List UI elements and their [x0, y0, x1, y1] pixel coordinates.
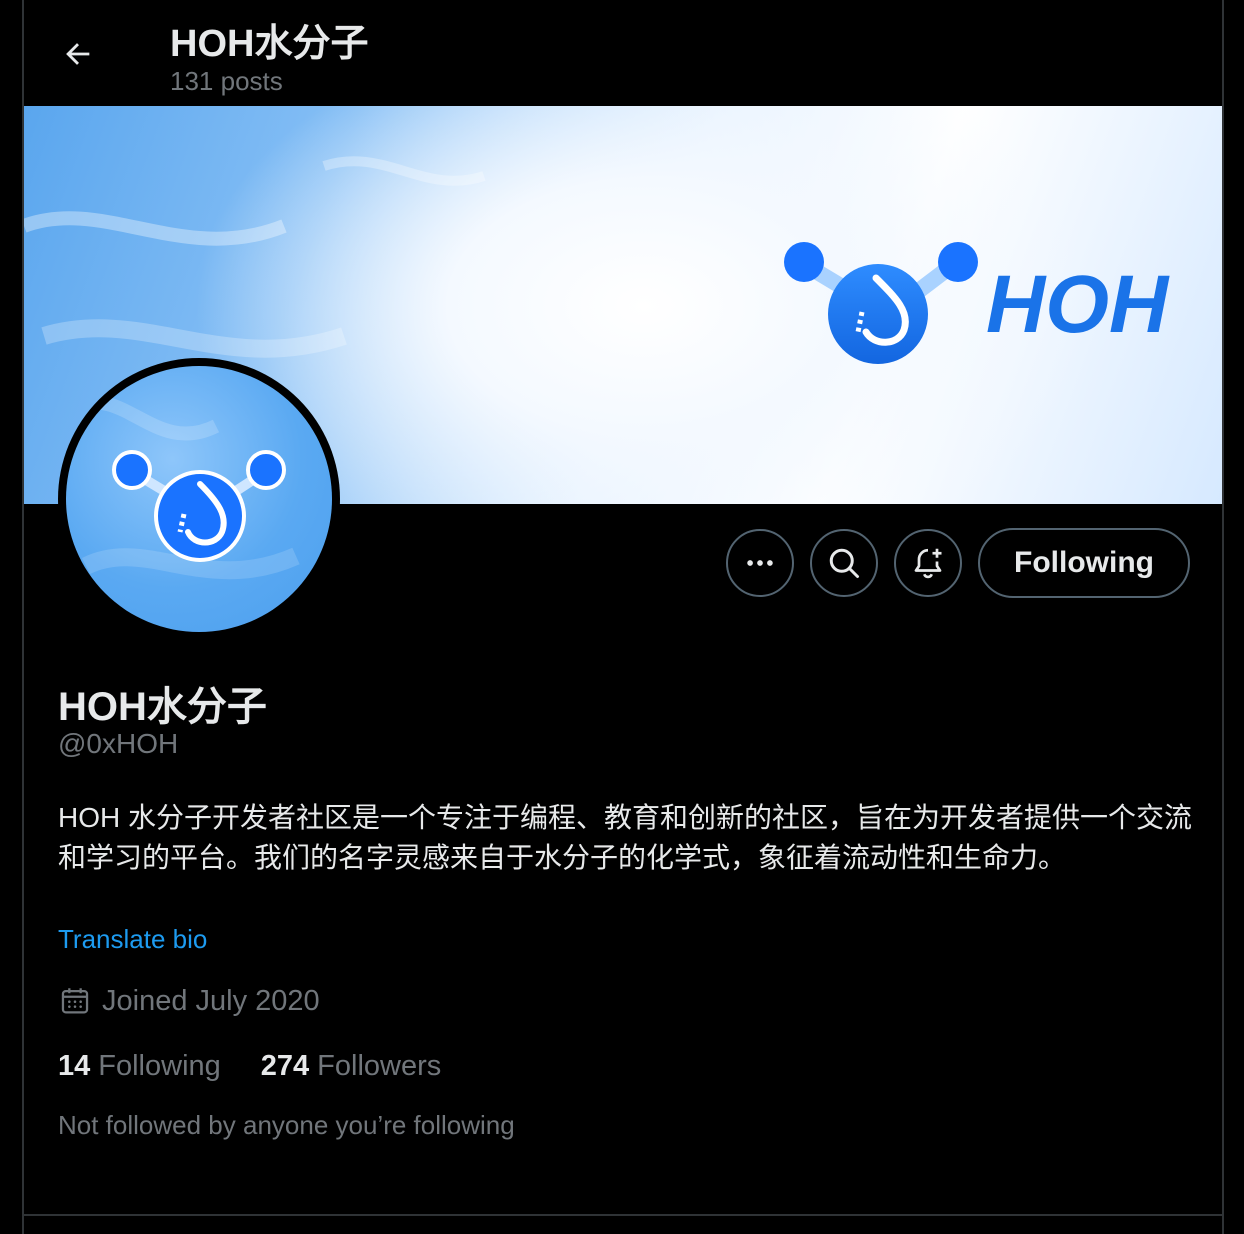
followers-count: 274: [260, 1050, 310, 1082]
followers-count-link[interactable]: 274 Followers: [261, 1050, 441, 1083]
not-followed-note: Not followed by anyone you’re following: [58, 1110, 515, 1140]
translate-bio-link[interactable]: Translate bio: [58, 924, 207, 955]
back-button[interactable]: [48, 24, 108, 84]
avatar[interactable]: [58, 358, 340, 640]
bell-plus-icon: [914, 548, 942, 579]
page-title: HOH水分子: [170, 23, 369, 65]
banner-logo-text: HOH: [986, 259, 1170, 350]
molecule-logo-icon: [73, 395, 300, 580]
following-count-link[interactable]: 14 Following: [58, 1050, 221, 1083]
profile-column: HOH水分子 131 posts HOH Following HOH水分子 @0…: [22, 0, 1224, 1234]
following-label: Following: [98, 1050, 221, 1082]
followers-label: Followers: [317, 1050, 442, 1082]
arrow-left-icon: [66, 43, 90, 65]
join-date: Joined July 2020: [58, 984, 320, 1018]
section-divider: [24, 1214, 1222, 1216]
joined-text: Joined July 2020: [102, 984, 320, 1017]
avatar-image: [66, 366, 332, 632]
following-count: 14: [58, 1050, 91, 1082]
search-profile-button[interactable]: [810, 529, 879, 597]
more-options-button[interactable]: [726, 529, 795, 597]
search-icon: [829, 548, 860, 578]
profile-handle: @0xHOH: [58, 728, 179, 759]
top-bar: HOH水分子 131 posts: [24, 0, 1222, 106]
profile-bio: HOH 水分子开发者社区是一个专注于编程、教育和创新的社区，旨在为开发者提供一个…: [58, 802, 1193, 873]
notifications-button[interactable]: [894, 529, 963, 597]
following-button[interactable]: Following: [978, 528, 1190, 598]
calendar-icon: [61, 988, 89, 1014]
profile-actions: Following: [726, 528, 1190, 598]
more-horizontal-icon: [747, 560, 773, 566]
post-count: 131 posts: [170, 66, 283, 96]
follow-stats: 14 Following 274 Followers: [58, 1050, 441, 1083]
profile-name: HOH水分子: [58, 685, 267, 729]
